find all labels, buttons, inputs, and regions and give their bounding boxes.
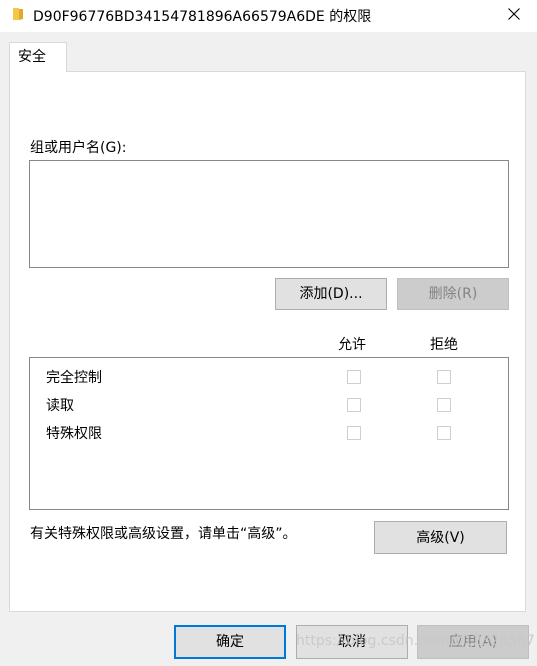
group-user-list[interactable] <box>29 160 509 268</box>
allow-checkbox-special[interactable] <box>347 426 361 440</box>
allow-checkbox-read[interactable] <box>347 398 361 412</box>
allow-checkbox-full-control[interactable] <box>347 370 361 384</box>
permission-name: 特殊权限 <box>46 426 102 442</box>
column-allow: 允许 <box>338 337 366 353</box>
folder-icon <box>10 6 26 22</box>
deny-checkbox-special[interactable] <box>437 426 451 440</box>
security-panel: 组或用户名(G): 添加(D)... 删除(R) 允许 拒绝 完全控制 读取 特… <box>9 71 526 612</box>
permissions-list[interactable]: 完全控制 读取 特殊权限 <box>29 357 509 510</box>
permission-row-full-control: 完全控制 <box>46 367 102 389</box>
add-button[interactable]: 添加(D)... <box>275 278 387 310</box>
close-button[interactable] <box>491 0 537 32</box>
remove-button: 删除(R) <box>397 278 509 310</box>
permission-row-read: 读取 <box>46 395 74 417</box>
deny-checkbox-full-control[interactable] <box>437 370 451 384</box>
window-title: D90F96776BD34154781896A66579A6DE 的权限 <box>33 9 372 25</box>
advanced-button[interactable]: 高级(V) <box>374 521 507 554</box>
close-icon <box>508 8 520 24</box>
title-bar: D90F96776BD34154781896A66579A6DE 的权限 <box>0 0 537 32</box>
advanced-hint-text: 有关特殊权限或高级设置，请单击“高级”。 <box>30 526 297 542</box>
ok-button[interactable]: 确定 <box>174 625 286 659</box>
permission-name: 读取 <box>46 398 74 414</box>
deny-checkbox-read[interactable] <box>437 398 451 412</box>
cancel-button[interactable]: 取消 <box>296 625 408 659</box>
column-deny: 拒绝 <box>430 337 458 353</box>
permission-row-special: 特殊权限 <box>46 423 102 445</box>
group-user-label: 组或用户名(G): <box>30 140 127 156</box>
permission-name: 完全控制 <box>46 370 102 386</box>
tab-security[interactable]: 安全 <box>9 42 67 72</box>
apply-button: 应用(A) <box>417 625 529 659</box>
